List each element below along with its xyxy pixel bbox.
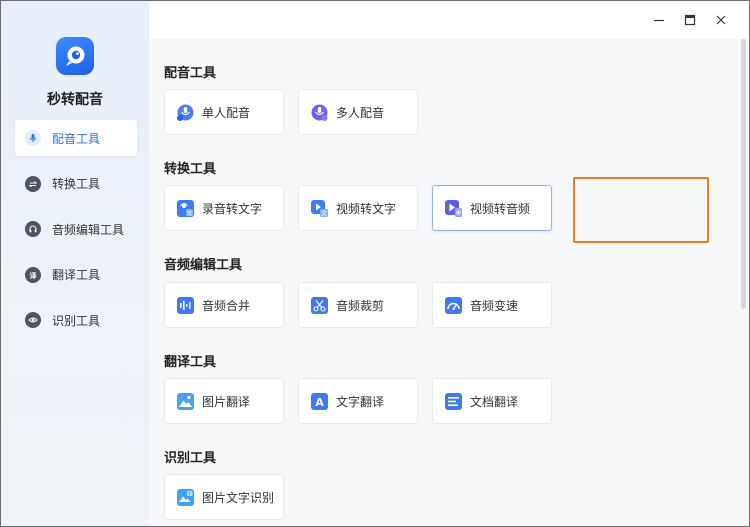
sidebar-item-label: 识别工具 <box>52 313 101 328</box>
tool-card-audio-cut[interactable]: 音频裁剪 <box>298 282 418 328</box>
app-name: 秒转配音 <box>47 92 103 108</box>
headphones-icon <box>25 221 41 237</box>
tool-card-label: 文档翻译 <box>470 394 519 409</box>
sidebar-item-label: 音频编辑工具 <box>52 222 125 237</box>
tool-card-single-voice[interactable]: 单人配音 <box>164 89 284 135</box>
image-translate-icon <box>177 392 194 410</box>
tool-card-label: 音频合并 <box>202 298 251 313</box>
image-ocr-icon: T <box>177 488 194 506</box>
convert-arrows-icon <box>25 175 41 192</box>
video-to-text-icon: 文 <box>311 199 328 217</box>
sidebar-item-recognition-tools[interactable]: 识别工具 <box>15 302 137 338</box>
tool-card-video-to-text[interactable]: 文 视频转文字 <box>298 185 418 231</box>
text-translate-icon: A <box>311 392 328 410</box>
svg-text:文: 文 <box>321 209 327 217</box>
translate-icon: 译 <box>25 266 41 283</box>
tool-card-label: 图片文字识别 <box>202 490 275 505</box>
section-title-translate: 翻译工具 <box>164 355 217 370</box>
close-icon <box>716 15 726 25</box>
sidebar-nav: 配音工具 转换工具 音频编辑工具 译 翻译工具 识别工具 <box>15 120 137 348</box>
tool-card-label: 音频裁剪 <box>336 298 385 313</box>
audio-speed-icon <box>445 296 462 314</box>
sidebar: 秒转配音 配音工具 转换工具 音频编辑工具 译 翻译工具 识别工具 <box>1 1 149 526</box>
video-to-audio-icon <box>445 199 462 217</box>
close-button[interactable] <box>714 13 728 27</box>
tool-card-image-ocr[interactable]: T 图片文字识别 <box>164 474 284 520</box>
tool-card-label: 视频转文字 <box>336 201 397 216</box>
sidebar-item-translate-tools[interactable]: 译 翻译工具 <box>15 257 137 293</box>
tool-card-label: 单人配音 <box>202 105 251 120</box>
audio-cut-icon <box>311 296 328 314</box>
svg-text:译: 译 <box>30 271 38 280</box>
svg-text:T: T <box>187 491 191 497</box>
app-logo-icon <box>56 37 94 75</box>
maximize-icon <box>684 14 696 26</box>
tool-card-record-to-text[interactable]: 文 录音转文字 <box>164 185 284 231</box>
selection-highlight <box>573 177 709 243</box>
single-voice-icon <box>177 104 194 121</box>
tool-card-label: 多人配音 <box>336 105 385 120</box>
maximize-button[interactable] <box>683 13 697 27</box>
microphone-icon <box>25 130 41 146</box>
main-panel: 配音工具 单人配音 多人配音 转换工具 文 录音转文字 文 视频转文字 视频转音… <box>149 1 749 526</box>
sidebar-item-label: 配音工具 <box>52 131 101 146</box>
tool-card-label: 音频变速 <box>470 298 519 313</box>
sidebar-item-label: 转换工具 <box>52 177 101 191</box>
svg-text:A: A <box>315 396 324 409</box>
section-title-recognition: 识别工具 <box>164 451 217 466</box>
tool-card-text-translate[interactable]: A 文字翻译 <box>298 378 418 424</box>
record-to-text-icon: 文 <box>177 199 194 217</box>
title-bar <box>149 1 749 39</box>
tool-card-image-translate[interactable]: 图片翻译 <box>164 378 284 424</box>
section-title-dubbing: 配音工具 <box>164 66 217 81</box>
audio-merge-icon <box>177 296 194 314</box>
tool-card-label: 文字翻译 <box>336 394 385 409</box>
minimize-button[interactable] <box>652 13 666 27</box>
minimize-icon <box>654 19 664 22</box>
tool-card-label: 录音转文字 <box>202 201 263 216</box>
multi-voice-icon <box>311 104 328 121</box>
document-translate-icon <box>445 392 462 410</box>
tool-card-label: 图片翻译 <box>202 394 251 409</box>
tool-card-document-translate[interactable]: 文档翻译 <box>432 378 552 424</box>
sidebar-item-convert-tools[interactable]: 转换工具 <box>15 166 137 202</box>
section-title-convert: 转换工具 <box>164 162 217 177</box>
tool-card-video-to-audio[interactable]: 视频转音频 <box>432 185 552 231</box>
svg-text:文: 文 <box>187 208 193 216</box>
sidebar-item-dubbing-tools[interactable]: 配音工具 <box>15 120 137 156</box>
tool-card-multi-voice[interactable]: 多人配音 <box>298 89 418 135</box>
sidebar-item-audio-edit-tools[interactable]: 音频编辑工具 <box>15 211 137 247</box>
sidebar-item-label: 翻译工具 <box>52 268 101 282</box>
scrollbar-thumb[interactable] <box>741 39 746 309</box>
section-title-audio-edit: 音频编辑工具 <box>164 258 243 273</box>
tool-card-audio-merge[interactable]: 音频合并 <box>164 282 284 328</box>
vertical-scrollbar[interactable] <box>740 39 747 519</box>
eye-icon <box>25 312 41 328</box>
tool-card-label: 视频转音频 <box>470 201 531 216</box>
tool-card-audio-speed[interactable]: 音频变速 <box>432 282 552 328</box>
